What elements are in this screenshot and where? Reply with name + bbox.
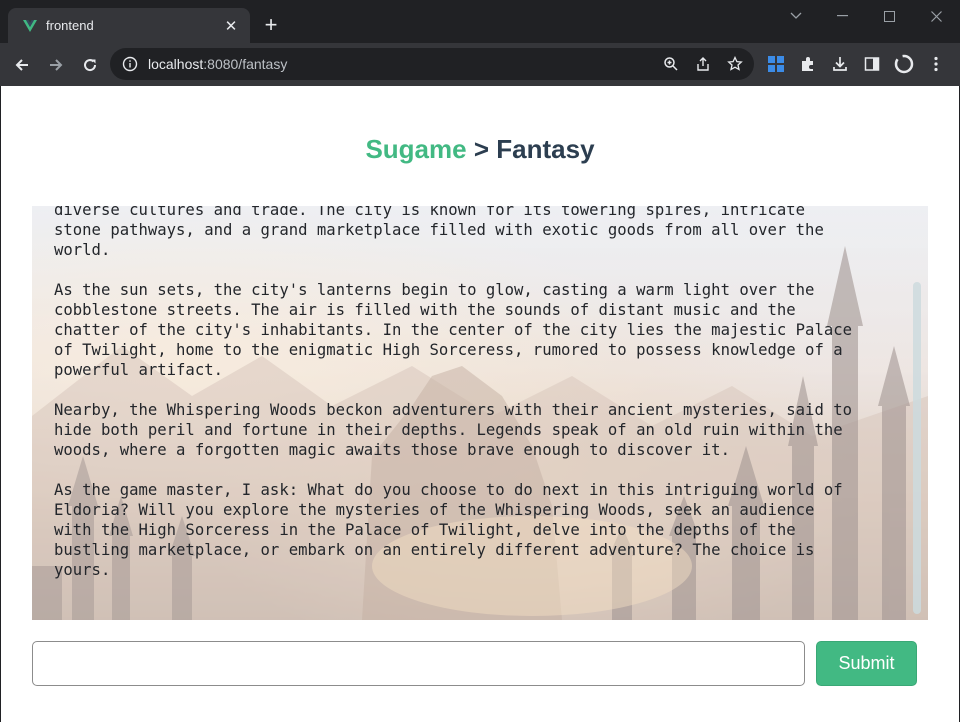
zoom-icon[interactable] (660, 53, 682, 75)
prompt-input[interactable] (32, 641, 805, 686)
menu-kebab-icon[interactable] (924, 52, 948, 76)
story-panel[interactable]: diverse cultures and trade. The city is … (32, 206, 928, 620)
share-icon[interactable] (692, 53, 714, 75)
story-scrollbar[interactable] (913, 282, 921, 614)
story-text: diverse cultures and trade. The city is … (54, 206, 894, 600)
maximize-icon[interactable] (866, 0, 913, 32)
reload-icon[interactable] (74, 49, 106, 81)
download-icon[interactable] (828, 52, 852, 76)
page-viewport: Sugame > Fantasy diverse cultures and tr… (1, 86, 959, 722)
page-title: Sugame > Fantasy (1, 134, 959, 165)
url-text: localhost:8080/fantasy (148, 56, 288, 72)
submit-button[interactable]: Submit (816, 641, 917, 686)
minimize-icon[interactable] (819, 0, 866, 32)
tab-search-icon[interactable] (772, 0, 819, 32)
extensions-puzzle-icon[interactable] (796, 52, 820, 76)
browser-tab[interactable]: frontend ✕ (8, 8, 250, 43)
brand-name[interactable]: Sugame (365, 134, 466, 164)
browser-toolbar: localhost:8080/fantasy (0, 43, 960, 86)
story-paragraph: Nearby, the Whispering Woods beckon adve… (54, 401, 852, 459)
story-paragraph: As the game master, I ask: What do you c… (54, 481, 843, 579)
info-icon[interactable] (122, 56, 138, 72)
browser-titlebar: frontend ✕ + (0, 0, 960, 43)
breadcrumb-separator: > (473, 134, 490, 164)
profile-avatar-icon[interactable] (892, 52, 916, 76)
forward-icon[interactable] (40, 49, 72, 81)
story-paragraph: As the sun sets, the city's lanterns beg… (54, 281, 852, 379)
side-panel-icon[interactable] (860, 52, 884, 76)
back-icon[interactable] (6, 49, 38, 81)
vue-logo-icon (23, 19, 37, 32)
close-window-icon[interactable] (913, 0, 960, 32)
bookmark-star-icon[interactable] (724, 53, 746, 75)
address-bar[interactable]: localhost:8080/fantasy (110, 48, 754, 80)
windows-extension-icon[interactable] (764, 52, 788, 76)
story-paragraph: diverse cultures and trade. The city is … (54, 206, 824, 259)
close-tab-icon[interactable]: ✕ (222, 17, 240, 35)
tab-title: frontend (46, 18, 94, 33)
prompt-row: Submit (32, 640, 918, 686)
new-tab-icon[interactable]: + (260, 14, 282, 36)
section-name: Fantasy (496, 134, 595, 164)
